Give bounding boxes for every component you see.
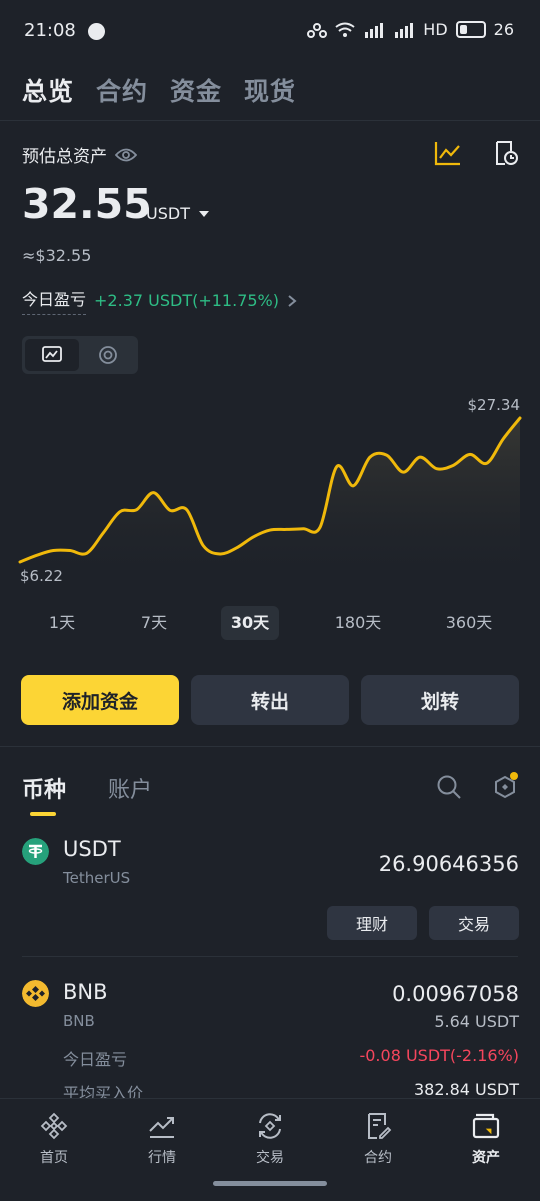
area-chart-toggle[interactable] [25, 339, 79, 371]
pie-chart-icon [99, 346, 117, 364]
chart-image-icon [42, 346, 62, 362]
history-icon[interactable] [493, 140, 519, 166]
hexagon-settings-icon[interactable] [492, 772, 520, 802]
earn-button[interactable]: 理财 [327, 906, 417, 940]
coin-symbol-bnb: BNB [63, 980, 108, 1004]
trade-button[interactable]: 交易 [429, 906, 519, 940]
range-30d[interactable]: 30天 [221, 606, 279, 640]
range-1d[interactable]: 1天 [34, 606, 90, 640]
nav-markets[interactable]: 行情 [122, 1111, 202, 1167]
balance-chart [18, 416, 522, 575]
home-icon [40, 1112, 68, 1140]
bnb-pnl-value: -0.08 USDT(-2.16%) [359, 1046, 519, 1065]
eye-icon[interactable] [115, 147, 137, 163]
coin-amount-usdt: 26.90646356 [378, 852, 519, 876]
nav-trade[interactable]: 交易 [230, 1111, 310, 1167]
nav-home-label: 首页 [40, 1150, 68, 1166]
chart-area-fill [20, 418, 520, 575]
currency-selector[interactable]: USDT [146, 204, 210, 223]
hotspot-icon [307, 22, 328, 38]
nav-wallet-label: 资产 [472, 1150, 500, 1166]
today-pnl-value: +2.37 USDT(+11.75%) [94, 291, 279, 310]
chart-min-label: $6.22 [20, 567, 63, 585]
status-time: 21:08 [24, 20, 76, 41]
network-label: HD [423, 20, 448, 39]
nav-home[interactable]: 首页 [14, 1111, 94, 1167]
estimated-total-label: 预估总资产 [22, 142, 137, 167]
signal-4g-icon [395, 22, 414, 38]
wifi-icon [335, 22, 355, 37]
top-tabs: 总览 合约 资金 现货 [22, 72, 296, 108]
tab-spot[interactable]: 现货 [244, 72, 296, 108]
bnb-avg-price-value: 382.84 USDT [413, 1080, 519, 1099]
range-7d[interactable]: 7天 [124, 606, 184, 640]
chart-type-toggle [22, 336, 138, 374]
nav-futures-label: 合约 [364, 1150, 392, 1166]
battery-level: 26 [493, 20, 514, 39]
chevron-right-icon [288, 294, 297, 307]
active-tab-indicator [30, 812, 56, 816]
usdt-coin-icon [22, 838, 49, 865]
signal-5g-icon [365, 22, 384, 38]
today-pnl-row[interactable]: 今日盈亏 +2.37 USDT(+11.75%) [22, 286, 297, 315]
search-icon[interactable] [436, 774, 462, 800]
tab-accounts[interactable]: 账户 [108, 772, 152, 804]
tab-funding[interactable]: 资金 [170, 72, 222, 108]
tab-futures[interactable]: 合约 [96, 72, 148, 108]
range-360d[interactable]: 360天 [434, 606, 504, 640]
coin-amount-bnb: 0.00967058 [392, 982, 519, 1006]
wallet-icon [472, 1113, 500, 1139]
coin-name-bnb: BNB [63, 1012, 95, 1030]
nav-markets-label: 行情 [148, 1150, 176, 1166]
home-indicator [213, 1181, 327, 1186]
section-tabs: 币种 账户 [22, 772, 152, 804]
nav-futures[interactable]: 合约 [338, 1111, 418, 1167]
withdraw-button[interactable]: 转出 [191, 675, 349, 725]
battery-icon [455, 21, 486, 38]
total-balance: 32.55 [22, 180, 152, 228]
tab-coins[interactable]: 币种 [22, 772, 66, 804]
markets-icon [149, 1117, 174, 1138]
row-divider [22, 956, 518, 957]
status-bar: 21:08 HD 26 [0, 0, 540, 62]
status-icons: HD 26 [307, 20, 514, 39]
nav-wallet[interactable]: 资产 [446, 1111, 526, 1167]
line-chart-icon[interactable] [434, 140, 462, 166]
header-divider [0, 120, 540, 121]
range-180d[interactable]: 180天 [324, 606, 392, 640]
pie-chart-toggle[interactable] [81, 339, 135, 371]
today-pnl-label: 今日盈亏 [22, 286, 87, 315]
currency-label: USDT [146, 204, 190, 223]
bnb-coin-icon [22, 980, 49, 1007]
chart-max-label: $27.34 [467, 396, 521, 414]
tab-overview[interactable]: 总览 [22, 72, 74, 108]
caret-down-icon [198, 210, 209, 217]
coin-symbol-usdt: USDT [63, 837, 121, 861]
futures-icon [368, 1113, 392, 1139]
time-range-selector: 1天 7天 30天 180天 360天 [0, 606, 540, 642]
bnb-pnl-label: 今日盈亏 [63, 1050, 128, 1069]
chat-bubble-icon [88, 23, 105, 40]
coin-value-bnb: 5.64 USDT [434, 1012, 519, 1031]
approx-usd: ≈$32.55 [22, 246, 92, 265]
add-funds-button[interactable]: 添加资金 [21, 675, 179, 725]
coin-name-usdt: TetherUS [63, 869, 131, 887]
nav-trade-label: 交易 [256, 1150, 284, 1166]
trade-icon [259, 1113, 281, 1139]
estimated-total-text: 预估总资产 [22, 147, 107, 167]
section-divider [0, 746, 540, 747]
transfer-button[interactable]: 划转 [361, 675, 519, 725]
